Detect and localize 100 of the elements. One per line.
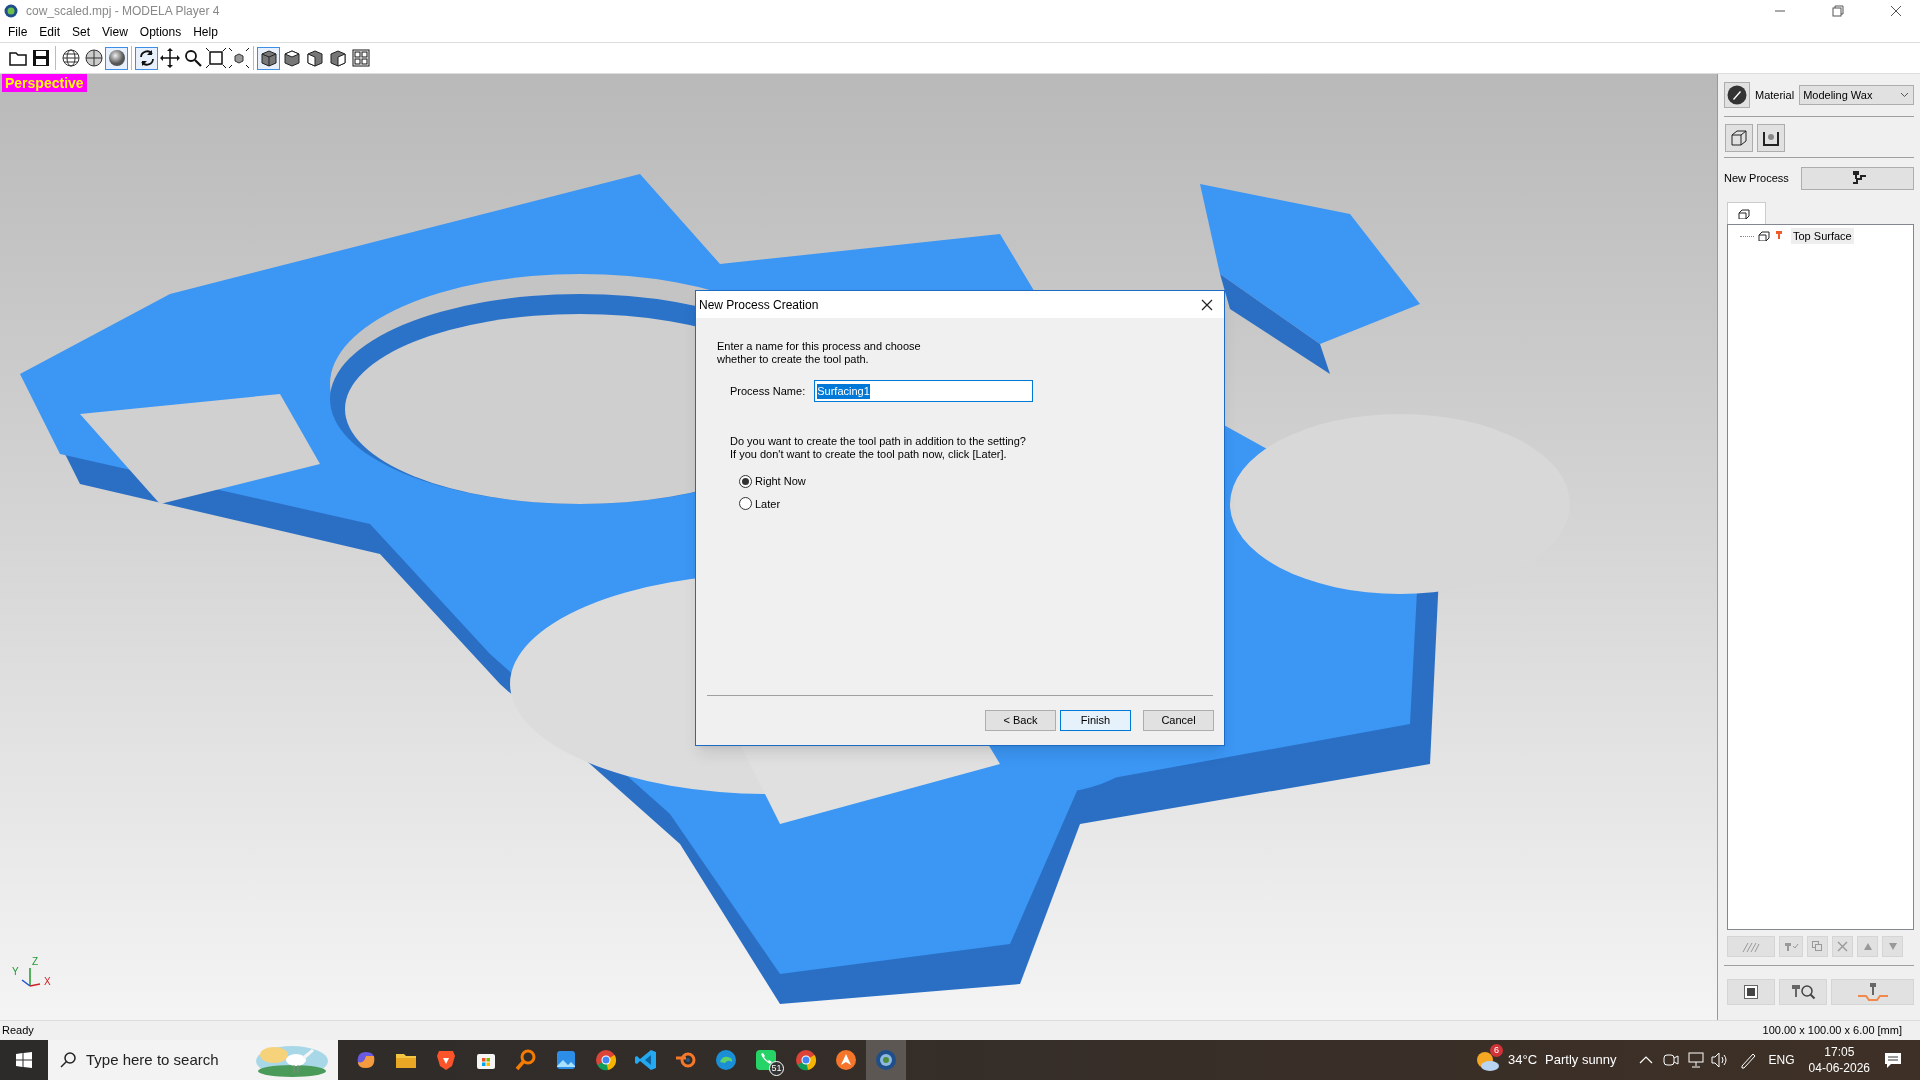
instruction-text: whether to create the tool path. — [717, 353, 870, 366]
photo-icon — [554, 1048, 578, 1072]
tool-check-icon — [1783, 940, 1799, 953]
option-label: Right Now — [755, 474, 806, 489]
close-icon[interactable] — [1201, 298, 1213, 311]
toolbar-button[interactable] — [82, 46, 105, 70]
toolbar-button[interactable] — [59, 46, 82, 70]
toolbar-button[interactable] — [135, 46, 158, 70]
menu-item[interactable]: Edit — [33, 23, 67, 41]
taskbar-app[interactable]: 51 — [746, 1040, 786, 1080]
view-label: Perspective — [2, 74, 87, 92]
axis-icon — [20, 966, 42, 990]
toolbar-button[interactable] — [349, 46, 372, 70]
windows-icon — [16, 1052, 32, 1068]
dialog-title: New Process Creation — [699, 296, 820, 314]
search-box[interactable]: Type here to search — [48, 1040, 338, 1080]
menu-item[interactable]: Options — [133, 23, 188, 41]
chevron-down-icon — [1900, 92, 1909, 98]
field-label: Process Name: — [730, 383, 806, 399]
tree-item[interactable]: Top Surface — [1791, 227, 1854, 245]
cube-icon — [258, 48, 279, 68]
four-views-icon — [350, 48, 371, 68]
radio-button[interactable] — [739, 497, 752, 511]
browser-icon — [794, 1048, 818, 1072]
square-icon — [1744, 985, 1758, 999]
volume-icon[interactable] — [1710, 1052, 1729, 1068]
cube-side-view-icon — [327, 48, 348, 68]
axis-label: Z — [32, 955, 39, 969]
tool-check-button[interactable] — [1779, 936, 1803, 957]
sphere-icon — [83, 48, 104, 68]
process-tab[interactable] — [1727, 202, 1766, 224]
menu-item[interactable]: File — [2, 23, 34, 41]
code-editor-icon — [634, 1048, 658, 1072]
radio-option[interactable]: Later — [739, 495, 1224, 512]
app-logo-icon — [4, 4, 18, 18]
axis-label: X — [44, 975, 51, 989]
question-text: If you don't want to create the tool path now, click [Later]. — [730, 448, 1008, 461]
material-button[interactable] — [1724, 82, 1750, 108]
status-text: Ready — [2, 1023, 34, 1039]
new-process-label: New Process — [1724, 171, 1790, 187]
notification-icon[interactable] — [1884, 1051, 1902, 1069]
copy-icon — [1812, 941, 1823, 952]
cutting-tool-icon — [1856, 982, 1889, 1002]
stock-button[interactable] — [1725, 124, 1753, 152]
dialog-button[interactable]: < Back — [985, 710, 1056, 731]
dialog-button[interactable]: Finish — [1060, 710, 1131, 731]
app-logo-icon — [874, 1048, 898, 1072]
axis-label: Y — [12, 965, 19, 979]
instruction-text: Enter a name for this process and choose — [717, 340, 922, 353]
preview-button[interactable] — [1727, 979, 1775, 1005]
clock[interactable]: 17:05 04-06-2026 — [1808, 1044, 1870, 1076]
move-arrows-icon — [159, 48, 180, 68]
cube-top-view-icon — [281, 48, 302, 68]
toolbar-button[interactable] — [257, 46, 280, 70]
cutting-tool-icon — [1774, 231, 1784, 241]
material-dropdown[interactable]: Modeling Wax — [1799, 85, 1914, 105]
dialog-button[interactable]: Cancel — [1143, 710, 1214, 731]
search-icon — [60, 1052, 76, 1068]
tool-search-icon — [1790, 983, 1816, 1001]
network-icon[interactable] — [1686, 1052, 1705, 1068]
restore-icon[interactable] — [1832, 5, 1844, 17]
up-triangle-icon — [1863, 943, 1872, 950]
toolbar-button[interactable] — [158, 46, 181, 70]
menu-item[interactable]: View — [96, 23, 134, 41]
toolbar-button[interactable] — [105, 46, 128, 70]
fit-frame-icon — [205, 48, 226, 68]
browser-icon — [594, 1048, 618, 1072]
new-process-button[interactable] — [1801, 167, 1914, 190]
wireframe-sphere-icon — [60, 48, 81, 68]
box-icon — [1729, 128, 1749, 148]
model-button[interactable] — [1757, 124, 1785, 152]
cube-front-view-icon — [304, 48, 325, 68]
process-name-field[interactable]: Surfacing1 — [814, 380, 1034, 402]
app-badge: 51 — [769, 1061, 784, 1076]
zoom-icon — [182, 48, 203, 68]
temperature-text: 34°C — [1508, 1051, 1538, 1070]
menu-item[interactable]: Set — [66, 23, 97, 41]
window-title: cow_scaled.mpj - MODELA Player 4 — [26, 3, 220, 20]
box-icon — [1758, 231, 1770, 241]
menu-item[interactable]: Help — [187, 23, 224, 41]
weather-badge: 6 — [1490, 1044, 1503, 1057]
magnifier-icon — [514, 1048, 538, 1072]
radio-option[interactable]: Right Now — [739, 473, 1224, 490]
pen-icon — [1727, 85, 1747, 105]
chevron-up-icon[interactable] — [1638, 1055, 1653, 1065]
option-label: Later — [755, 496, 781, 512]
toolbar-button[interactable] — [204, 46, 227, 70]
material-label: Material — [1755, 87, 1795, 103]
tool-inspect-button[interactable] — [1779, 979, 1827, 1005]
down-triangle-icon — [1888, 943, 1897, 950]
language-indicator[interactable]: ENG — [1768, 1051, 1795, 1069]
fit-cube-icon — [228, 48, 249, 68]
close-icon[interactable] — [1890, 5, 1902, 17]
camera-icon[interactable] — [1662, 1052, 1679, 1068]
toolbar-button[interactable] — [227, 46, 250, 70]
question-text: Do you want to create the tool path in addition to the setting? — [730, 435, 1027, 448]
weather-text: Partly sunny — [1545, 1051, 1617, 1070]
radio-button[interactable] — [739, 474, 752, 488]
pen-icon[interactable] — [1738, 1051, 1757, 1069]
toolpath-icon — [1741, 940, 1761, 953]
